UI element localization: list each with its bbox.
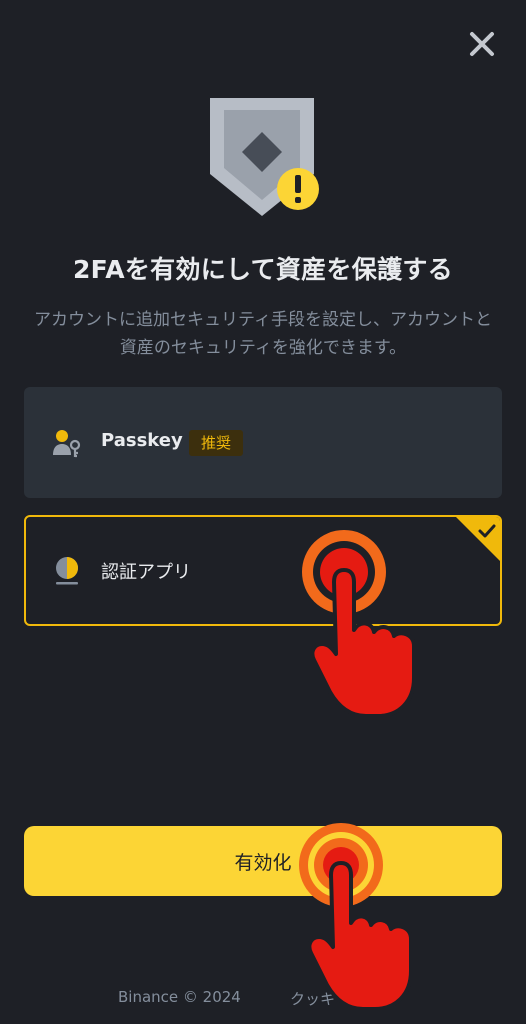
shield-warning-icon	[210, 98, 319, 216]
close-icon	[470, 32, 494, 56]
option-authenticator-app[interactable]: 認証アプリ	[24, 515, 502, 626]
close-button[interactable]	[462, 24, 502, 64]
option-authenticator-app-label: 認証アプリ	[101, 562, 191, 583]
option-passkey-label: Passkey	[101, 430, 183, 451]
enable-button[interactable]: 有効化	[24, 826, 502, 896]
option-passkey[interactable]: Passkey 推奨	[24, 387, 502, 498]
cookie-settings-link[interactable]: クッキーの設定	[290, 988, 395, 1009]
recommended-badge: 推奨	[189, 430, 244, 456]
footer-copyright: Binance © 2024	[118, 988, 241, 1006]
authenticator-app-icon	[51, 555, 83, 587]
passkey-user-key-icon	[51, 427, 83, 459]
page-title: 2FAを有効にして資産を保護する	[72, 255, 453, 284]
shield-warning-illustration	[200, 96, 330, 226]
page-subtitle: アカウントに追加セキュリティ手段を設定し、アカウントと資産のセキュリティを強化で…	[34, 310, 492, 358]
selected-check-icon	[456, 517, 500, 561]
